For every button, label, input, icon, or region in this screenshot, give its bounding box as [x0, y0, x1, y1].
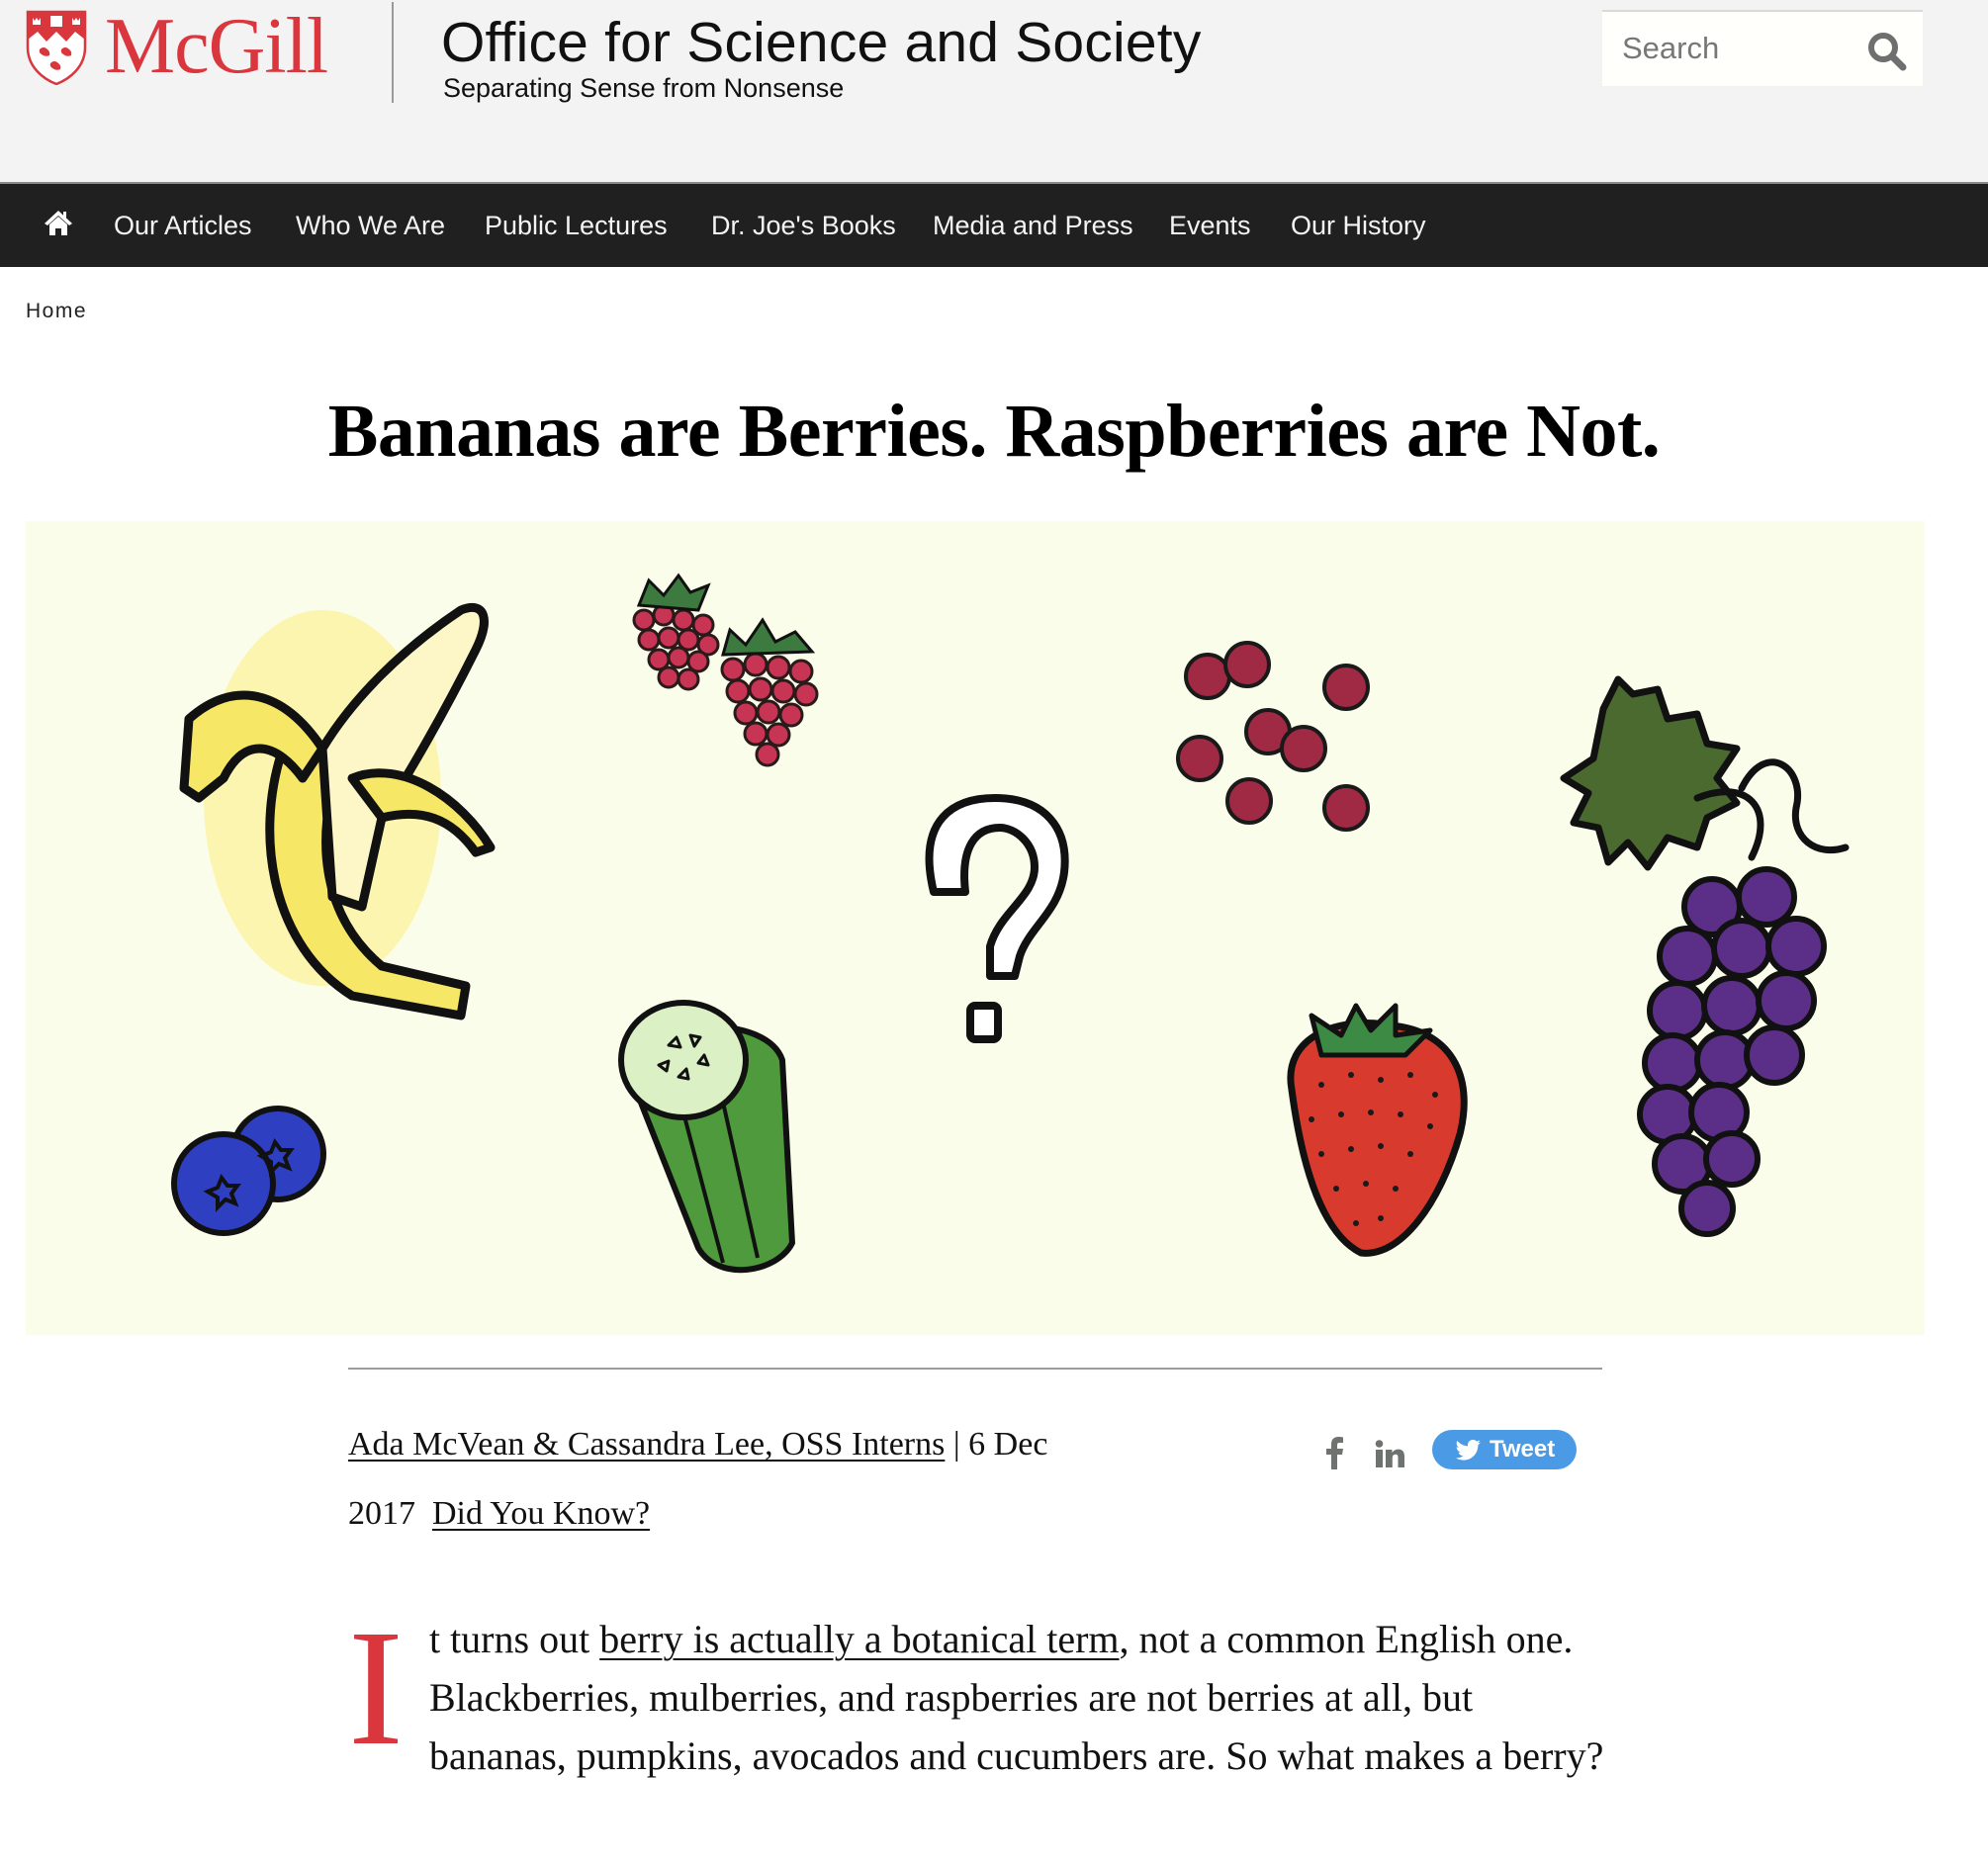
publish-date-part2: 2017 — [348, 1495, 415, 1532]
drop-cap: I — [348, 1596, 404, 1780]
article-body: It turns out berry is actually a botanic… — [348, 1596, 1614, 1785]
tweet-label: Tweet — [1490, 1436, 1556, 1463]
site-header: McGill Office for Science and Society Se… — [0, 0, 1988, 182]
twitter-bird-icon — [1455, 1440, 1481, 1461]
botanical-term-link[interactable]: berry is actually a botanical term — [599, 1617, 1119, 1661]
byline-continued: 2017 Did You Know? — [348, 1494, 650, 1534]
mcgill-wordmark[interactable]: McGill — [105, 2, 328, 91]
article-title: Bananas are Berries. Raspberries are Not… — [327, 390, 1661, 473]
nav-media-and-press[interactable]: Media and Press — [933, 184, 1133, 267]
hero-image — [26, 521, 1925, 1335]
tweet-button[interactable]: Tweet — [1432, 1430, 1577, 1469]
author-link[interactable]: Ada McVean & Cassandra Lee, OSS Interns — [348, 1426, 945, 1463]
site-title[interactable]: Office for Science and Society — [441, 8, 1202, 77]
search-input[interactable] — [1622, 12, 1850, 84]
site-tagline: Separating Sense from Nonsense — [443, 73, 845, 103]
body-text-start: t turns out — [428, 1617, 600, 1661]
blueberries-icon — [171, 1106, 326, 1236]
home-icon[interactable] — [44, 209, 73, 236]
byline-separator: | — [952, 1426, 960, 1463]
nav-our-history[interactable]: Our History — [1291, 184, 1426, 267]
nav-our-articles[interactable]: Our Articles — [114, 184, 252, 267]
mcgill-shield-logo[interactable] — [26, 10, 87, 85]
byline: Ada McVean & Cassandra Lee, OSS Interns … — [348, 1425, 1047, 1464]
nav-who-we-are[interactable]: Who We Are — [296, 184, 445, 267]
fruit-illustration — [171, 573, 1850, 1274]
category-link[interactable]: Did You Know? — [432, 1495, 650, 1532]
nav-events[interactable]: Events — [1169, 184, 1251, 267]
facebook-icon[interactable] — [1323, 1436, 1347, 1469]
cucumber-icon — [618, 1000, 795, 1274]
search-icon[interactable] — [1865, 30, 1909, 73]
main-nav: Our Articles Who We Are Public Lectures … — [0, 182, 1988, 267]
grapes-icon — [1560, 675, 1850, 1237]
search-box — [1602, 10, 1923, 86]
publish-date-part1: 6 Dec — [968, 1426, 1048, 1463]
linkedin-icon[interactable] — [1375, 1436, 1404, 1469]
nav-dr-joes-books[interactable]: Dr. Joe's Books — [711, 184, 896, 267]
raspberries-icon — [632, 573, 819, 767]
header-divider — [392, 2, 394, 103]
breadcrumb-home[interactable]: Home — [26, 300, 87, 323]
question-mark-icon — [925, 794, 1069, 1043]
banana-icon — [179, 602, 496, 1020]
strawberry-icon — [1287, 1003, 1468, 1257]
cranberries-icon — [1176, 641, 1370, 832]
nav-public-lectures[interactable]: Public Lectures — [485, 184, 668, 267]
article-divider — [348, 1368, 1602, 1370]
